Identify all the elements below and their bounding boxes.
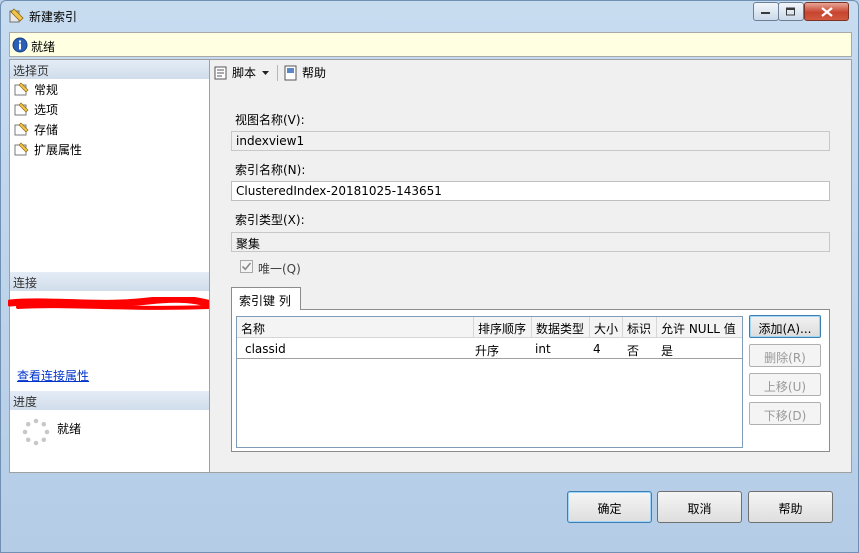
script-button[interactable]: 脚本: [213, 64, 270, 81]
help-label: 帮助: [302, 66, 327, 80]
window-title: 新建索引: [29, 10, 78, 24]
view-name-field: indexview1: [231, 131, 830, 151]
progress-header: 进度: [10, 391, 209, 410]
cell-allow-null: 是: [661, 344, 674, 358]
index-key-columns-panel: 名称 排序顺序 数据类型 大小 标识 允许 NULL 值 classid 升序 …: [231, 309, 830, 452]
maximize-button[interactable]: [778, 2, 804, 21]
cell-identity: 否: [627, 344, 640, 358]
minimize-button[interactable]: [753, 2, 779, 21]
remove-button[interactable]: 删除(R): [749, 344, 821, 367]
page-item-extended-properties[interactable]: 扩展属性: [14, 140, 82, 158]
app-icon: [9, 8, 24, 23]
column-header[interactable]: 标识: [623, 317, 657, 338]
column-header[interactable]: 排序顺序: [474, 317, 532, 338]
toolbar-separator: [277, 65, 278, 81]
minimize-icon: [761, 11, 770, 14]
select-page-header: 选择页: [10, 60, 209, 79]
page-item-options[interactable]: 选项: [14, 100, 58, 118]
status-text: 就绪: [31, 40, 56, 54]
checkmark-icon: [241, 262, 252, 271]
right-pane: 脚本 帮助 视图名称(V): indexview1 索引名称(N): Clust…: [209, 59, 852, 473]
column-header[interactable]: 大小: [590, 317, 623, 338]
move-down-button[interactable]: 下移(D): [749, 402, 821, 425]
script-label: 脚本: [232, 66, 257, 80]
cell-sort-order: 升序: [475, 344, 500, 358]
toolbar: 脚本 帮助: [210, 60, 851, 86]
progress-spinner-icon: [22, 418, 50, 446]
page-item-label: 扩展属性: [34, 142, 83, 157]
index-type-label: 索引类型(X):: [235, 213, 305, 227]
view-name-label: 视图名称(V):: [235, 113, 305, 127]
page-icon: [14, 82, 29, 96]
help-button[interactable]: 帮助: [748, 491, 833, 523]
connection-header: 连接: [10, 272, 209, 291]
column-header[interactable]: 名称: [237, 317, 474, 338]
close-button[interactable]: [804, 2, 849, 21]
index-type-select[interactable]: 聚集: [231, 232, 830, 252]
cancel-button[interactable]: 取消: [657, 491, 742, 523]
unique-checkbox[interactable]: [240, 260, 253, 273]
cell-data-type: int: [535, 342, 551, 356]
page-icon: [14, 142, 29, 156]
script-icon: [214, 66, 227, 79]
title-bar[interactable]: 新建索引: [1, 1, 858, 31]
column-header[interactable]: 数据类型: [532, 317, 590, 338]
redaction-mark: [8, 297, 218, 310]
help-icon: [284, 65, 297, 80]
index-name-label: 索引名称(N):: [235, 163, 306, 177]
add-button[interactable]: 添加(A)...: [749, 315, 821, 338]
index-key-grid[interactable]: 名称 排序顺序 数据类型 大小 标识 允许 NULL 值 classid 升序 …: [236, 316, 743, 448]
column-header[interactable]: 允许 NULL 值: [657, 317, 742, 338]
page-item-label: 常规: [34, 82, 59, 97]
new-index-dialog: 新建索引 就绪 选择页 常规 选项 存储 扩展属性 连接 查看连接属性 进度 就…: [0, 0, 859, 553]
cell-name: classid: [245, 342, 286, 356]
info-icon: [12, 37, 28, 53]
tab-index-key-columns[interactable]: 索引键 列: [231, 287, 301, 310]
index-name-input[interactable]: ClusteredIndex-20181025-143651: [231, 181, 830, 201]
help-toolbar-button[interactable]: 帮助: [283, 64, 326, 81]
view-connection-properties-link[interactable]: 查看连接属性: [17, 367, 89, 384]
left-pane: 选择页 常规 选项 存储 扩展属性 连接 查看连接属性 进度 就绪: [8, 59, 218, 473]
page-icon: [14, 102, 29, 116]
maximize-icon: [786, 7, 795, 15]
cell-size: 4: [593, 342, 601, 356]
move-up-button[interactable]: 上移(U): [749, 373, 821, 396]
page-item-label: 存储: [34, 122, 59, 137]
page-icon: [14, 122, 29, 136]
ok-button[interactable]: 确定: [567, 491, 652, 523]
progress-text: 就绪: [57, 422, 82, 436]
chevron-down-icon: [262, 70, 270, 75]
status-bar: 就绪: [9, 32, 852, 57]
close-icon: [820, 6, 833, 17]
unique-label: 唯一(Q): [258, 262, 301, 276]
page-item-storage[interactable]: 存储: [14, 120, 58, 138]
grid-header: 名称 排序顺序 数据类型 大小 标识 允许 NULL 值: [237, 317, 742, 338]
page-item-general[interactable]: 常规: [14, 80, 58, 98]
page-item-label: 选项: [34, 102, 59, 117]
table-row[interactable]: classid 升序 int 4 否 是: [237, 339, 742, 359]
